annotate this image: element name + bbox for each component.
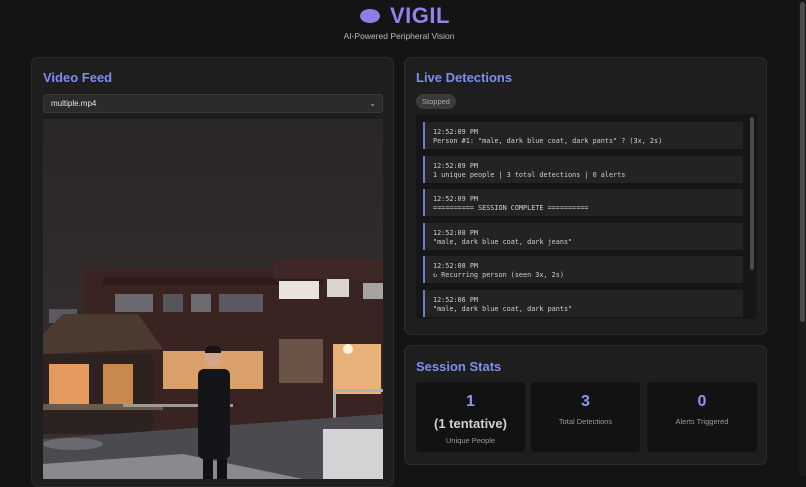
video-frame-image xyxy=(43,119,383,479)
live-detections-title: Live Detections xyxy=(416,70,513,85)
unique-people-value: 1 xyxy=(466,393,475,410)
unique-people-tentative: (1 tentative) xyxy=(434,416,507,431)
video-file-select[interactable]: multiple.mp4 ⌄ xyxy=(43,94,383,113)
page-scrollbar[interactable] xyxy=(799,0,806,476)
log-entry-message: Person #1: "male, dark blue coat, dark p… xyxy=(433,137,663,145)
chevron-down-icon: ⌄ xyxy=(369,99,376,108)
log-entry-time: 12:52:08 PM xyxy=(433,262,479,270)
log-entry-message: "male, dark blue coat, dark pants" xyxy=(433,305,573,313)
log-entry-time: 12:52:08 PM xyxy=(433,229,479,237)
log-entry: 12:52:08 PM ↻ Recurring person (seen 3x,… xyxy=(423,256,743,283)
log-entry-message: ========== SESSION COMPLETE ========== xyxy=(433,204,589,212)
app-title: VIGIL xyxy=(390,3,450,28)
log-scrollbar[interactable] xyxy=(750,117,754,316)
log-entry-time: 12:52:09 PM xyxy=(433,128,479,136)
detection-log[interactable]: 12:52:09 PM Person #1: "male, dark blue … xyxy=(416,114,757,319)
unique-people-label: Unique People xyxy=(445,436,496,445)
eye-logo-icon xyxy=(360,9,380,23)
session-stats-title: Session Stats xyxy=(416,359,502,374)
log-entry: 12:52:09 PM Person #1: "male, dark blue … xyxy=(423,122,743,149)
log-entry: 12:52:09 PM ========== SESSION COMPLETE … xyxy=(423,189,743,216)
log-entry-message: 1 unique people | 3 total detections | 0… xyxy=(433,171,626,179)
alerts-triggered-value: 0 xyxy=(697,393,707,410)
page-scrollbar-thumb[interactable] xyxy=(800,2,805,322)
log-entry-time: 12:52:09 PM xyxy=(433,195,479,203)
log-entry: 12:52:08 PM "male, dark blue coat, dark … xyxy=(423,223,743,250)
log-entry-message: "male, dark blue coat, dark jeans" xyxy=(433,238,573,246)
log-entry-time: 12:52:09 PM xyxy=(433,162,479,170)
brand: VIGIL xyxy=(360,3,450,28)
total-detections-value: 3 xyxy=(581,393,590,410)
video-player[interactable] xyxy=(43,119,383,479)
log-entry-time: 12:52:06 PM xyxy=(433,296,479,304)
total-detections-label: Total Detections xyxy=(558,417,613,426)
session-stats-panel: Session Stats 1 (1 tentative) Unique Peo… xyxy=(404,345,767,465)
status-badge: Stopped xyxy=(416,94,456,109)
log-scrollbar-thumb[interactable] xyxy=(750,117,754,270)
video-feed-panel: Video Feed multiple.mp4 ⌄ xyxy=(31,57,394,487)
log-entry: 12:52:09 PM 1 unique people | 3 total de… xyxy=(423,156,743,183)
video-feed-title: Video Feed xyxy=(43,70,113,85)
alerts-triggered-card: 0 Alerts Triggered xyxy=(647,382,757,452)
unique-people-card: 1 (1 tentative) Unique People xyxy=(416,382,525,452)
app-subtitle: AI-Powered Peripheral Vision xyxy=(343,31,455,41)
total-detections-card: 3 Total Detections xyxy=(531,382,640,452)
app-header: VIGIL AI-Powered Peripheral Vision xyxy=(0,0,798,50)
live-detections-panel: Live Detections Stopped 12:52:09 PM Pers… xyxy=(404,57,767,335)
video-file-select-value: multiple.mp4 xyxy=(51,99,97,108)
alerts-triggered-label: Alerts Triggered xyxy=(675,417,729,426)
log-entry: 12:52:06 PM "male, dark blue coat, dark … xyxy=(423,290,743,317)
log-entry-message: ↻ Recurring person (seen 3x, 2s) xyxy=(433,271,564,279)
